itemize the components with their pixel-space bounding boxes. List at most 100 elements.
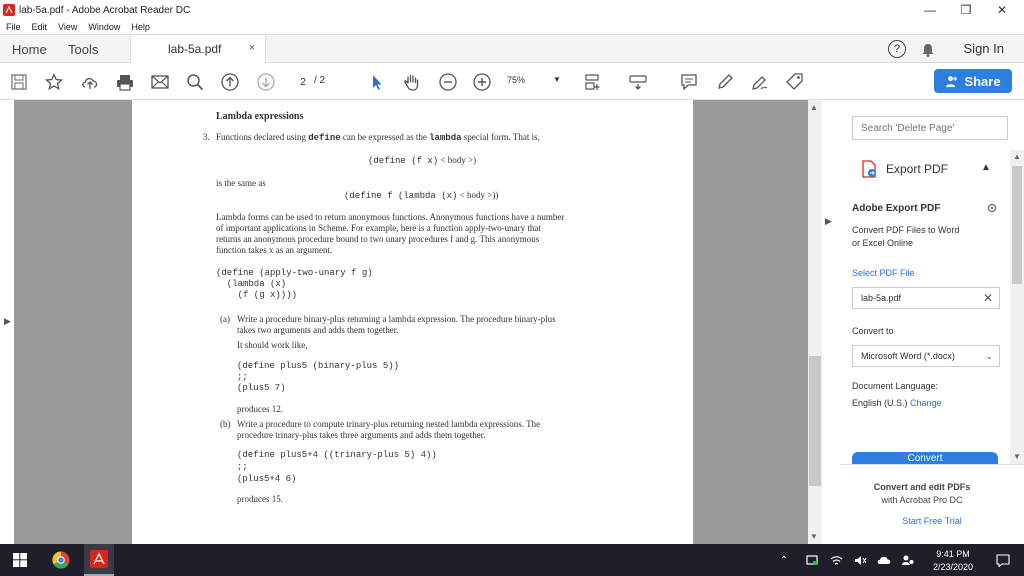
document-language-label: Document Language: [852,381,939,391]
cursor-arrow-icon [373,75,382,90]
print-button[interactable] [114,71,136,93]
part-b-produces: produces 15. [237,494,283,504]
convert-button[interactable]: Convert [852,452,998,464]
cloud-tray-icon[interactable] [874,544,894,576]
tab-tools[interactable]: Tools [68,35,98,63]
format-value: Microsoft Word (*.docx) [861,351,955,361]
tools-search-input[interactable] [852,116,1008,140]
share-button[interactable]: Share [934,69,1012,93]
part-a-label: (a) [220,314,230,324]
document-language-value: English (U.S.) [852,398,908,408]
comment-button[interactable] [678,71,700,93]
minimize-button[interactable]: — [912,0,948,20]
export-pdf-icon [862,160,876,178]
close-tab-icon[interactable]: × [249,42,255,54]
wifi-icon[interactable] [826,544,846,576]
menu-edit[interactable]: Edit [32,22,48,32]
scroll-down-icon[interactable]: ▼ [1013,452,1021,461]
start-free-trial-link[interactable]: Start Free Trial [842,515,1022,528]
scroll-up-icon[interactable]: ▲ [810,103,818,112]
zoom-dropdown-icon[interactable]: ▼ [553,75,561,84]
document-viewport[interactable]: ▶ Lambda expressions 3. Functions declar… [0,100,822,544]
convert-description: Convert PDF Files to Word [852,225,960,235]
hand-tool-button[interactable] [401,71,423,93]
export-pdf-title: Export PDF [886,162,949,176]
change-language-link[interactable]: Change [910,398,942,408]
page-total: / 2 [314,75,326,86]
format-select[interactable]: Microsoft Word (*.docx) ⌄ [852,345,1000,367]
sync-tray-icon[interactable] [898,544,918,576]
document-scrollbar[interactable]: ▲ ▼ [808,100,822,544]
highlight-button[interactable] [714,71,736,93]
volume-icon[interactable] [850,544,870,576]
zoom-out-button[interactable] [437,71,459,93]
export-pdf-header[interactable]: Export PDF [860,160,948,178]
tab-home[interactable]: Home [12,35,47,63]
hand-icon [404,74,419,91]
part-a-line: Write a procedure binary-plus returning … [237,314,556,324]
next-page-button[interactable] [255,71,277,93]
scrollbar-thumb[interactable] [809,356,821,486]
find-button[interactable] [184,71,206,93]
part-a-line: takes two arguments and adds them togeth… [237,325,399,335]
email-button[interactable] [149,71,171,93]
left-panel-toggle[interactable]: ▶ [0,100,14,544]
collapse-chevron-icon[interactable]: ▲ [981,162,991,173]
scroll-mode-button[interactable] [627,71,649,93]
chrome-taskbar-button[interactable] [47,544,75,576]
clock-time: 9:41 PM [936,549,970,559]
settings-gear-icon[interactable] [986,202,998,214]
menu-bar: File Edit View Window Help [0,20,1024,34]
acrobat-icon [90,550,108,568]
close-window-button[interactable]: ✕ [984,0,1020,20]
upload-button[interactable] [79,71,101,93]
taskbar: ⌃ 9:41 PM 2/23/2020 [0,544,1024,576]
acrobat-taskbar-button[interactable] [84,544,114,576]
code-line: ;; [237,462,248,472]
bookmark-button[interactable] [43,71,65,93]
help-icon[interactable]: ? [888,40,906,58]
page-number-input[interactable] [292,74,314,90]
start-button[interactable] [0,544,40,576]
notifications-button[interactable] [990,544,1016,576]
bell-icon[interactable] [920,42,936,58]
toolbar: / 2 75% ▼ [0,63,1024,100]
scrollbar-thumb[interactable] [1012,166,1022,284]
menu-file[interactable]: File [6,22,21,32]
save-button[interactable] [8,71,30,93]
menu-help[interactable]: Help [131,22,150,32]
acrobat-app-icon [3,4,15,16]
previous-page-button[interactable] [219,71,241,93]
scroll-down-icon[interactable]: ▼ [810,532,818,541]
expand-right-pane-icon[interactable]: ▶ [825,216,832,227]
cloud-upload-icon [82,78,98,89]
zoom-level[interactable]: 75% [507,75,525,85]
remove-file-icon[interactable]: ✕ [983,291,993,305]
arrow-up-circle-icon [221,73,239,91]
selected-file-field[interactable]: lab-5a.pdf ✕ [852,287,1000,309]
system-clock[interactable]: 9:41 PM 2/23/2020 [918,548,988,574]
selected-file-name: lab-5a.pdf [861,293,902,303]
share-link-button[interactable] [784,71,806,93]
select-tool-button[interactable] [366,71,388,93]
menu-window[interactable]: Window [88,22,120,32]
sign-button[interactable] [749,71,771,93]
tag-icon [786,73,803,90]
convert-description: or Excel Online [852,238,914,248]
show-hidden-icons-chevron[interactable]: ⌃ [776,544,792,576]
restore-button[interactable]: ❐ [948,0,984,20]
pen-icon [718,74,733,89]
same-as-text: is the same as [216,178,266,188]
menu-view[interactable]: View [58,22,77,32]
paragraph-line: Lambda forms can be used to return anony… [216,212,565,222]
tray-app-icon[interactable] [802,544,822,576]
sign-in-button[interactable]: Sign In [964,41,1004,56]
zoom-in-button[interactable] [471,71,493,93]
paragraph-line: returns an anonymous procedure bound to … [216,234,540,244]
scroll-up-icon[interactable]: ▲ [1013,152,1021,161]
select-pdf-file-label[interactable]: Select PDF File [852,267,915,280]
share-label: Share [964,73,1001,89]
tools-pane-scrollbar[interactable]: ▲ ▼ [1010,150,1024,464]
page-fit-button[interactable] [582,71,604,93]
tab-document[interactable]: lab-5a.pdf × [130,35,266,63]
